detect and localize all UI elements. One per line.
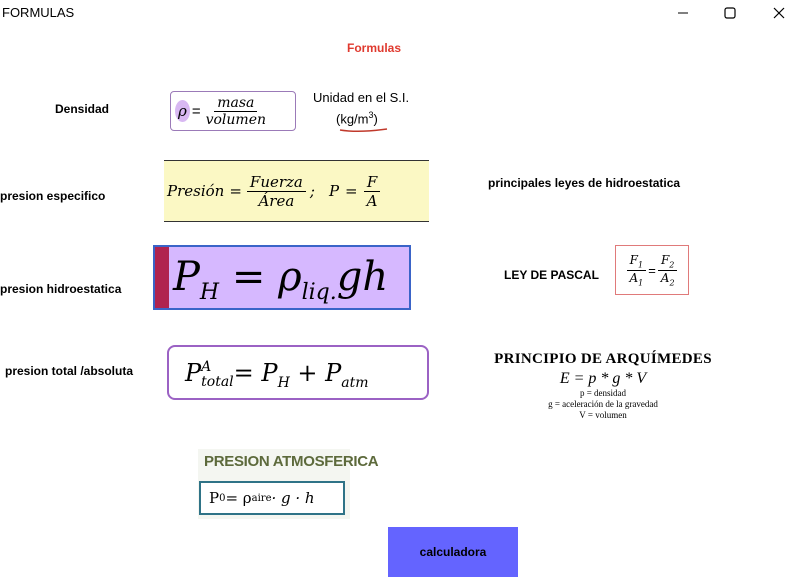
pascal-formula-image: F1 A1 = F2 A2 <box>615 245 689 295</box>
superscript-a: A <box>201 358 212 375</box>
label-presion-especifico: presion especifico <box>0 189 106 203</box>
close-button[interactable] <box>756 0 792 26</box>
presion-total-formula-image: P Atotal = PH + Patm <box>167 345 429 400</box>
unit-text: (kg/m <box>336 111 369 127</box>
arquimedes-formula-image: PRINCIPIO DE ARQUÍMEDES E = p * g * V p … <box>470 347 736 433</box>
subscript-2: 2 <box>669 260 675 270</box>
subscript-h: H <box>199 280 220 305</box>
unit-value: (kg/m3) <box>336 110 378 126</box>
p-symbol: P <box>209 489 220 507</box>
densidad-formula-box: ρ = masa volumen <box>170 91 296 131</box>
window-title: FORMULAS <box>2 5 75 20</box>
red-underline <box>339 128 388 133</box>
equals-sign: = <box>231 254 266 300</box>
subscript-total: total <box>201 373 234 390</box>
equals-sign: = <box>648 262 656 278</box>
subscript-1: 1 <box>637 260 644 270</box>
fraction-denominator: volumen <box>205 111 267 128</box>
fraction-denominator: A <box>366 191 378 210</box>
minimize-button[interactable] <box>660 0 706 26</box>
maximize-button[interactable] <box>707 0 753 26</box>
fraction-numerator: F <box>363 173 381 192</box>
g-h-term: · g · h <box>271 489 315 507</box>
subscript-1: 1 <box>638 277 644 287</box>
unit-label: Unidad en el S.I. <box>313 90 410 105</box>
arquimedes-title: PRINCIPIO DE ARQUÍMEDES <box>494 351 712 367</box>
p-symbol: P <box>185 359 202 387</box>
title-bar: FORMULAS <box>0 0 792 26</box>
rho-symbol: ρ <box>175 100 190 122</box>
atmosferica-formula-image: PRESION ATMOSFERICA P0 = ρ aire · g · h <box>198 449 379 519</box>
arquimedes-line-1: p = densidad <box>579 388 627 398</box>
close-icon <box>773 7 785 19</box>
presion-fraction-short: F A <box>363 173 381 210</box>
separator: ; <box>309 182 315 200</box>
pascal-fraction-left: F1 A1 <box>626 253 647 287</box>
arquimedes-line-2: g = aceleración de la gravedad <box>548 399 658 409</box>
color-bar <box>155 247 169 308</box>
p-symbol: P <box>173 254 200 300</box>
sup-sub-stack: Atotal <box>201 358 234 390</box>
presion-formula-image: Presión = Fuerza Área ; P = F A <box>164 160 429 222</box>
hidroestatica-formula-image: PH = ρliq.gh <box>153 245 411 310</box>
minimize-icon <box>678 12 688 14</box>
label-principales-leyes: principales leyes de hidroestatica <box>488 176 681 190</box>
subscript-2: 2 <box>669 277 675 287</box>
label-densidad: Densidad <box>55 102 110 116</box>
hidroestatica-formula: PH = ρliq.gh <box>173 253 388 317</box>
arquimedes-line-3: V = volumen <box>579 410 627 420</box>
fraction-numerator: masa <box>214 95 258 112</box>
pascal-fraction-right: F2 A2 <box>657 253 678 287</box>
equals-sign: = <box>229 182 242 200</box>
presion-total-formula: P Atotal = PH + Patm <box>185 351 369 405</box>
plus-p: + P <box>289 359 342 387</box>
label-presion-hidroestatica: presion hidroestatica <box>0 282 122 296</box>
presion-fraction: Fuerza Área <box>246 173 306 210</box>
page-title: Formulas <box>347 41 402 55</box>
fraction-denominator: Área <box>258 191 295 210</box>
densidad-fraction: masa volumen <box>203 95 269 128</box>
equals-p: = P <box>233 359 278 387</box>
densidad-formula-image: ρ = masa volumen Unidad en el S.I. (kg/m… <box>164 81 429 139</box>
a1-symbol: A <box>629 270 639 285</box>
atmosferica-formula-box: P0 = ρ aire · g · h <box>199 481 345 515</box>
rho-symbol: ρ <box>278 254 302 300</box>
label-presion-total: presion total /absoluta <box>5 364 134 378</box>
gh-term: gh <box>336 254 389 300</box>
p-symbol: P <box>328 182 340 200</box>
equals-rho: = ρ <box>225 489 252 507</box>
equals-sign: = <box>345 182 358 200</box>
subscript-h: H <box>277 374 290 391</box>
subscript-atm: atm <box>341 374 369 391</box>
f1-symbol: F <box>629 253 638 268</box>
calculadora-button[interactable]: calculadora <box>388 527 518 577</box>
unit-close: ) <box>373 111 378 127</box>
subscript-aire: aire <box>251 492 272 504</box>
presion-lhs: Presión <box>167 182 225 200</box>
equals-sign: = <box>191 102 201 120</box>
atmosferica-title: PRESION ATMOSFERICA <box>204 453 379 470</box>
fraction-numerator: Fuerza <box>246 173 306 192</box>
subscript-liq: liq. <box>301 280 337 305</box>
arquimedes-equation: E = p * g * V <box>559 370 647 387</box>
maximize-icon <box>724 7 736 19</box>
label-ley-pascal: LEY DE PASCAL <box>504 268 599 282</box>
